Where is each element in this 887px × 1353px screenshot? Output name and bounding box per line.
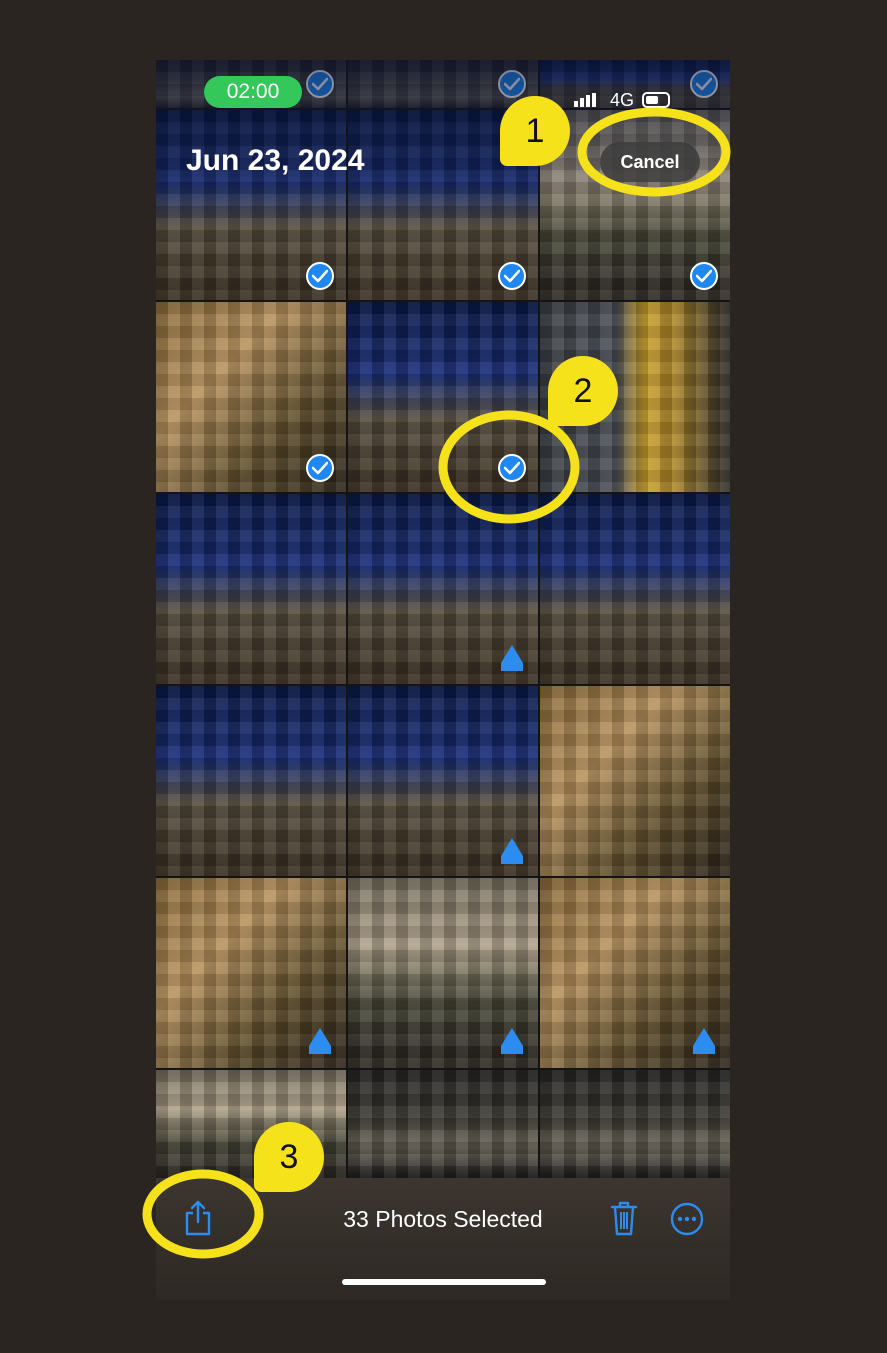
highlight-ring-share bbox=[142, 1169, 264, 1259]
selected-checkmark-icon[interactable] bbox=[306, 262, 334, 290]
photo-thumbnail[interactable] bbox=[540, 686, 730, 876]
selection-mark-icon bbox=[501, 645, 523, 671]
call-timer-pill[interactable]: 02:00 bbox=[204, 76, 302, 108]
photo-grid bbox=[156, 60, 730, 1180]
trash-icon[interactable] bbox=[610, 1200, 638, 1236]
step-marker-1-label: 1 bbox=[525, 112, 545, 150]
photos-app-screen: 02:00 4G Jun 23, 2024 Cancel 33 Photos S… bbox=[156, 60, 730, 1300]
highlight-ring-cancel bbox=[577, 107, 731, 197]
photo-thumbnail[interactable] bbox=[348, 1070, 538, 1180]
photo-thumbnail[interactable] bbox=[156, 686, 346, 876]
selected-checkmark-icon[interactable] bbox=[306, 454, 334, 482]
selection-mark-icon bbox=[501, 1028, 523, 1054]
photo-thumbnail[interactable] bbox=[156, 494, 346, 684]
step-marker-3-label: 3 bbox=[279, 1138, 299, 1176]
step-marker-1: 1 bbox=[500, 96, 570, 166]
home-indicator[interactable] bbox=[342, 1279, 546, 1285]
step-marker-2-label: 2 bbox=[573, 372, 593, 410]
photo-thumbnail[interactable] bbox=[540, 1070, 730, 1180]
selection-mark-icon bbox=[501, 838, 523, 864]
highlight-ring-checkmark bbox=[438, 410, 580, 524]
selected-checkmark-icon[interactable] bbox=[690, 262, 718, 290]
selection-mark-icon bbox=[693, 1028, 715, 1054]
more-icon[interactable] bbox=[670, 1202, 704, 1236]
selected-checkmark-icon[interactable] bbox=[498, 262, 526, 290]
page-title: Jun 23, 2024 bbox=[186, 144, 365, 177]
selection-mark-icon bbox=[309, 1028, 331, 1054]
